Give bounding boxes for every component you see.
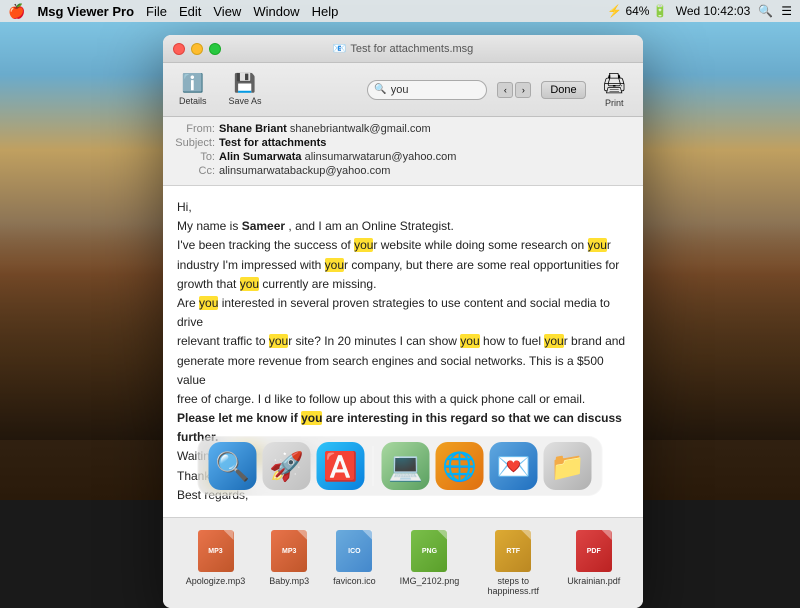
menu-window[interactable]: Window [253,4,299,19]
highlight-you-4: you [240,277,259,291]
dock-finder[interactable]: 🔍 [209,442,257,490]
attachment-name-3: favicon.ico [333,576,376,586]
subject-value: Test for attachments [219,137,326,149]
app-menu-name[interactable]: Msg Viewer Pro [37,4,134,19]
highlight-you-6: you [269,334,288,348]
subject-label: Subject: [173,137,215,149]
sender-name: Sameer [242,219,285,233]
dock-activity-monitor[interactable]: 💻 [382,442,430,490]
search-next-button[interactable]: › [515,82,531,98]
from-name: Shane Briant [219,123,287,135]
close-button[interactable] [173,43,185,55]
window-titlebar: 📧 Test for attachments.msg [163,35,643,63]
mp3-icon-1: MP3 [198,530,234,572]
dock-finder-2[interactable]: 📁 [544,442,592,490]
dock-appstore[interactable]: 🅰️ [317,442,365,490]
attachment-name-4: IMG_2102.png [400,576,460,586]
control-center-icon[interactable]: ☰ [781,4,792,18]
menubar-right: ⚡ 64% 🔋 Wed 10:42:03 🔍 ☰ [607,4,792,18]
highlight-you-3: you [325,258,344,272]
dock-mail[interactable]: 💌 [490,442,538,490]
search-input[interactable] [391,84,471,96]
from-row: From: Shane Briant shanebriantwalk@gmail… [173,123,633,135]
maximize-button[interactable] [209,43,221,55]
attachment-favicon-ico[interactable]: ICO favicon.ico [329,526,380,600]
to-row: To: Alin Sumarwata alinsumarwatarun@yaho… [173,151,633,163]
attachment-name-5: steps to happiness.rtf [483,576,543,596]
from-value: Shane Briant shanebriantwalk@gmail.com [219,123,431,135]
cc-value: alinsumarwatabackup@yahoo.com [219,165,390,177]
minimize-button[interactable] [191,43,203,55]
search-icon: 🔍 [374,84,386,95]
email-window: 📧 Test for attachments.msg ℹ️ Details 💾 … [163,35,643,608]
title-text: Test for attachments.msg [350,43,473,55]
rtf-icon: RTF [495,530,531,572]
to-label: To: [173,151,215,163]
to-email: alinsumarwatarun@yahoo.com [305,151,457,163]
highlight-you-1: you [354,238,373,252]
dock-launchpad[interactable]: 🚀 [263,442,311,490]
from-label: From: [173,123,215,135]
attachment-name-6: Ukrainian.pdf [567,576,620,586]
menu-view[interactable]: View [213,4,241,19]
cc-row: Cc: alinsumarwatabackup@yahoo.com [173,165,633,177]
attachment-name-2: Baby.mp3 [269,576,309,586]
pdf-icon: PDF [576,530,612,572]
cc-label: Cc: [173,165,215,177]
to-value: Alin Sumarwata alinsumarwatarun@yahoo.co… [219,151,456,163]
dock-browser[interactable]: 🌐 [436,442,484,490]
png-icon: PNG [411,530,447,572]
details-label: Details [179,96,207,106]
highlight-you-9: you [301,411,322,425]
from-email: shanebriantwalk@gmail.com [290,123,431,135]
menu-help[interactable]: Help [312,4,339,19]
attachment-ukrainian-pdf[interactable]: PDF Ukrainian.pdf [563,526,624,600]
menubar-left: 🍎 Msg Viewer Pro File Edit View Window H… [8,3,338,20]
attachment-baby-mp3[interactable]: MP3 Baby.mp3 [265,526,313,600]
attachment-name-1: Apologize.mp3 [186,576,246,586]
print-label: Print [605,98,624,108]
window-title: 📧 Test for attachments.msg [333,42,474,55]
search-prev-button[interactable]: ‹ [497,82,513,98]
highlight-you-2: you [588,238,607,252]
ico-icon: ICO [336,530,372,572]
title-icon: 📧 [333,42,347,55]
save-as-label: Save As [229,96,262,106]
attachment-apologize-mp3[interactable]: MP3 Apologize.mp3 [182,526,250,600]
details-icon: ℹ️ [182,73,204,94]
subject-row: Subject: Test for attachments [173,137,633,149]
done-button[interactable]: Done [541,81,585,99]
bold-paragraph: Please let me know if you are interestin… [177,411,622,425]
highlight-you-5: you [199,296,218,310]
menubar: 🍎 Msg Viewer Pro File Edit View Window H… [0,0,800,22]
save-as-icon: 💾 [234,73,256,94]
details-button[interactable]: ℹ️ Details [173,71,213,108]
print-icon: 🖨 [602,71,627,96]
attachment-steps-rtf[interactable]: RTF steps to happiness.rtf [479,526,547,600]
print-button[interactable]: 🖨 Print [596,69,633,110]
toolbar: ℹ️ Details 💾 Save As 🔍 ‹ › Done 🖨 Print [163,63,643,117]
apple-menu[interactable]: 🍎 [8,3,25,20]
dock-divider [373,446,374,486]
search-bar[interactable]: 🔍 [367,80,487,100]
to-name: Alin Sumarwata [219,151,302,163]
dock: 🔍 🚀 🅰️ 💻 🌐 💌 📁 [198,436,603,496]
search-navigation: ‹ › [497,82,531,98]
attachment-img-png[interactable]: PNG IMG_2102.png [396,526,464,600]
email-headers: From: Shane Briant shanebriantwalk@gmail… [163,117,643,186]
highlight-you-8: you [544,334,563,348]
attachments-bar: MP3 Apologize.mp3 MP3 Baby.mp3 ICO favic… [163,517,643,608]
save-as-button[interactable]: 💾 Save As [223,71,268,108]
mp3-icon-2: MP3 [271,530,307,572]
highlight-you-7: you [460,334,479,348]
clock: Wed 10:42:03 [676,4,751,18]
menu-file[interactable]: File [146,4,167,19]
battery-icon: ⚡ 64% 🔋 [607,4,668,18]
traffic-lights [173,43,221,55]
menu-edit[interactable]: Edit [179,4,201,19]
search-menubar-icon[interactable]: 🔍 [758,4,773,18]
